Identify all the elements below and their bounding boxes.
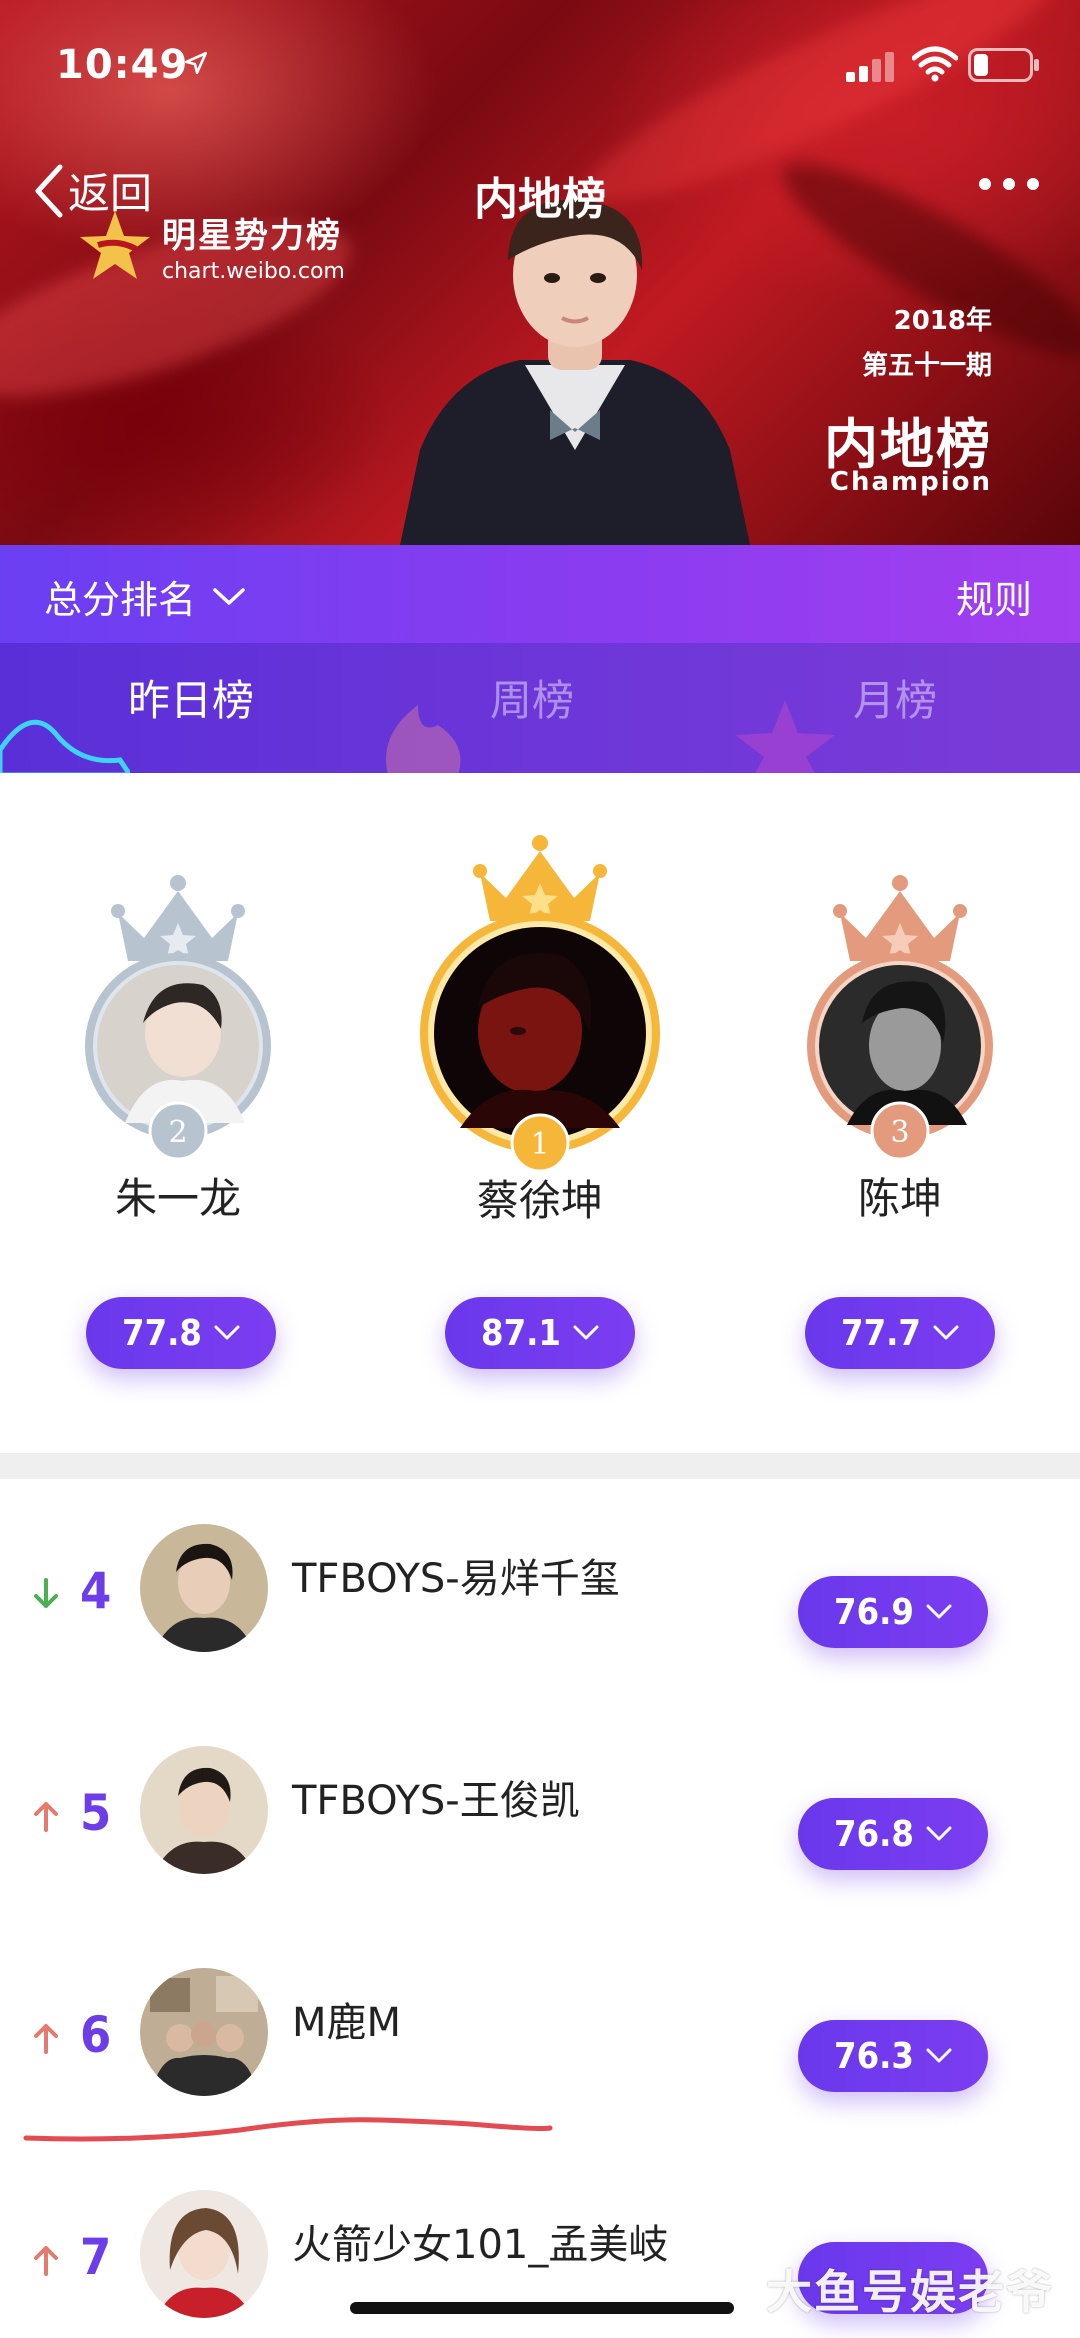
red-underline-annotation [23,2117,553,2142]
chevron-down-icon [573,1325,599,1340]
champion-portrait [400,200,750,545]
rank-number: 4 [80,1562,112,1620]
avatar [140,1746,268,1874]
list-name: TFBOYS-易烊千玺 [292,1556,620,1602]
score-value: 77.7 [841,1312,921,1354]
bronze-crown-icon [833,875,967,961]
champion-issue: 第五十一期 [861,351,992,381]
chevron-down-icon [933,1325,959,1340]
list-item[interactable]: 4 TFBOYS-易烊千玺 76.9 [0,1502,1080,1724]
rank-filter-bar: 总分排名 规则 [0,545,1080,643]
podium-name-1: 蔡徐坤 [476,1176,603,1225]
more-options-icon[interactable] [976,172,1042,196]
rank-1-number: 1 [530,1127,549,1162]
rank-number: 5 [80,1784,112,1842]
avatar [140,2190,268,2318]
avatar [140,1524,268,1652]
score-button-1[interactable]: 87.1 [445,1297,635,1369]
brand-logo: 明星势力榜 chart.weibo.com [78,208,345,284]
champion-year: 2018年 [893,306,992,336]
battery-icon [968,48,1039,82]
podium-item-3[interactable]: 3 陈坤 [780,873,1020,1226]
trend-up-icon [34,2024,58,2054]
rank-2-badge: 2 [148,1101,208,1161]
rank-number: 6 [80,2006,112,2064]
score-value: 76.8 [834,1813,914,1855]
chevron-down-icon [926,2048,952,2063]
silver-crown-icon [111,875,245,961]
section-divider [0,1453,1080,1479]
chevron-down-icon [213,587,245,605]
rank-3-badge: 3 [870,1101,930,1161]
score-value: 76.9 [834,1591,914,1633]
brand-url: chart.weibo.com [162,259,345,284]
champion-label: Champion [829,467,992,497]
cellular-signal-icon [846,52,894,82]
list-name: 火箭少女101_孟美岐 [292,2222,669,2268]
rank-type-dropdown[interactable]: 总分排名 [44,569,246,624]
rank-number: 7 [80,2228,112,2286]
list-name: TFBOYS-王俊凯 [292,1778,580,1824]
score-value: 77.8 [122,1312,202,1354]
score-value: 76.3 [834,2035,914,2077]
score-button-3[interactable]: 77.7 [805,1297,995,1369]
score-button-2[interactable]: 77.8 [86,1297,276,1369]
wifi-icon [912,46,958,82]
tab-weekly[interactable]: 周榜 [490,667,574,728]
chevron-down-icon [926,1604,952,1619]
period-tabs: 昨日榜 周榜 月榜 [0,643,1080,773]
rank-3-number: 3 [890,1115,909,1150]
watermark: 大鱼号娱老爷 [766,2265,1054,2319]
rank-2-number: 2 [168,1115,187,1150]
gold-crown-icon [473,835,607,921]
trend-up-icon [34,2246,58,2276]
tab-daily[interactable]: 昨日榜 [128,667,254,728]
chevron-down-icon [926,1826,952,1841]
hero-banner: 10:49 返回 内地榜 明星势力榜 chart.weibo.com 2018年… [0,0,1080,545]
rules-link[interactable]: 规则 [956,569,1032,624]
podium-top-three: 2 朱一龙 1 蔡徐坤 3 陈坤 77.8 87.1 77.7 [0,773,1080,1453]
location-arrow-icon [184,51,208,75]
status-bar: 10:49 [0,0,1080,130]
star-decoration [735,700,835,773]
list-name: M鹿M [292,2000,402,2046]
wave-decoration [0,719,130,773]
trend-up-icon [34,1802,58,1832]
status-time: 10:49 [56,42,189,88]
score-button[interactable]: 76.9 [798,1576,988,1648]
rank-1-badge: 1 [510,1113,570,1173]
flame-decoration [386,705,461,773]
podium-item-2[interactable]: 2 朱一龙 [58,873,298,1226]
score-value: 87.1 [481,1312,561,1354]
podium-name-3: 陈坤 [857,1174,942,1223]
tab-monthly[interactable]: 月榜 [853,667,937,728]
chevron-down-icon [214,1325,240,1340]
star-logo-icon [80,211,150,279]
avatar [140,1968,268,2096]
podium-name-2: 朱一龙 [114,1174,241,1223]
brand-name: 明星势力榜 [162,216,342,256]
podium-item-1[interactable]: 1 蔡徐坤 [420,833,660,1228]
trend-down-icon [34,1578,58,1608]
list-item[interactable]: 5 TFBOYS-王俊凯 76.8 [0,1724,1080,1946]
rank-type-label: 总分排名 [44,578,197,622]
score-button[interactable]: 76.3 [798,2020,988,2092]
score-button[interactable]: 76.8 [798,1798,988,1870]
home-indicator[interactable] [350,2302,734,2314]
